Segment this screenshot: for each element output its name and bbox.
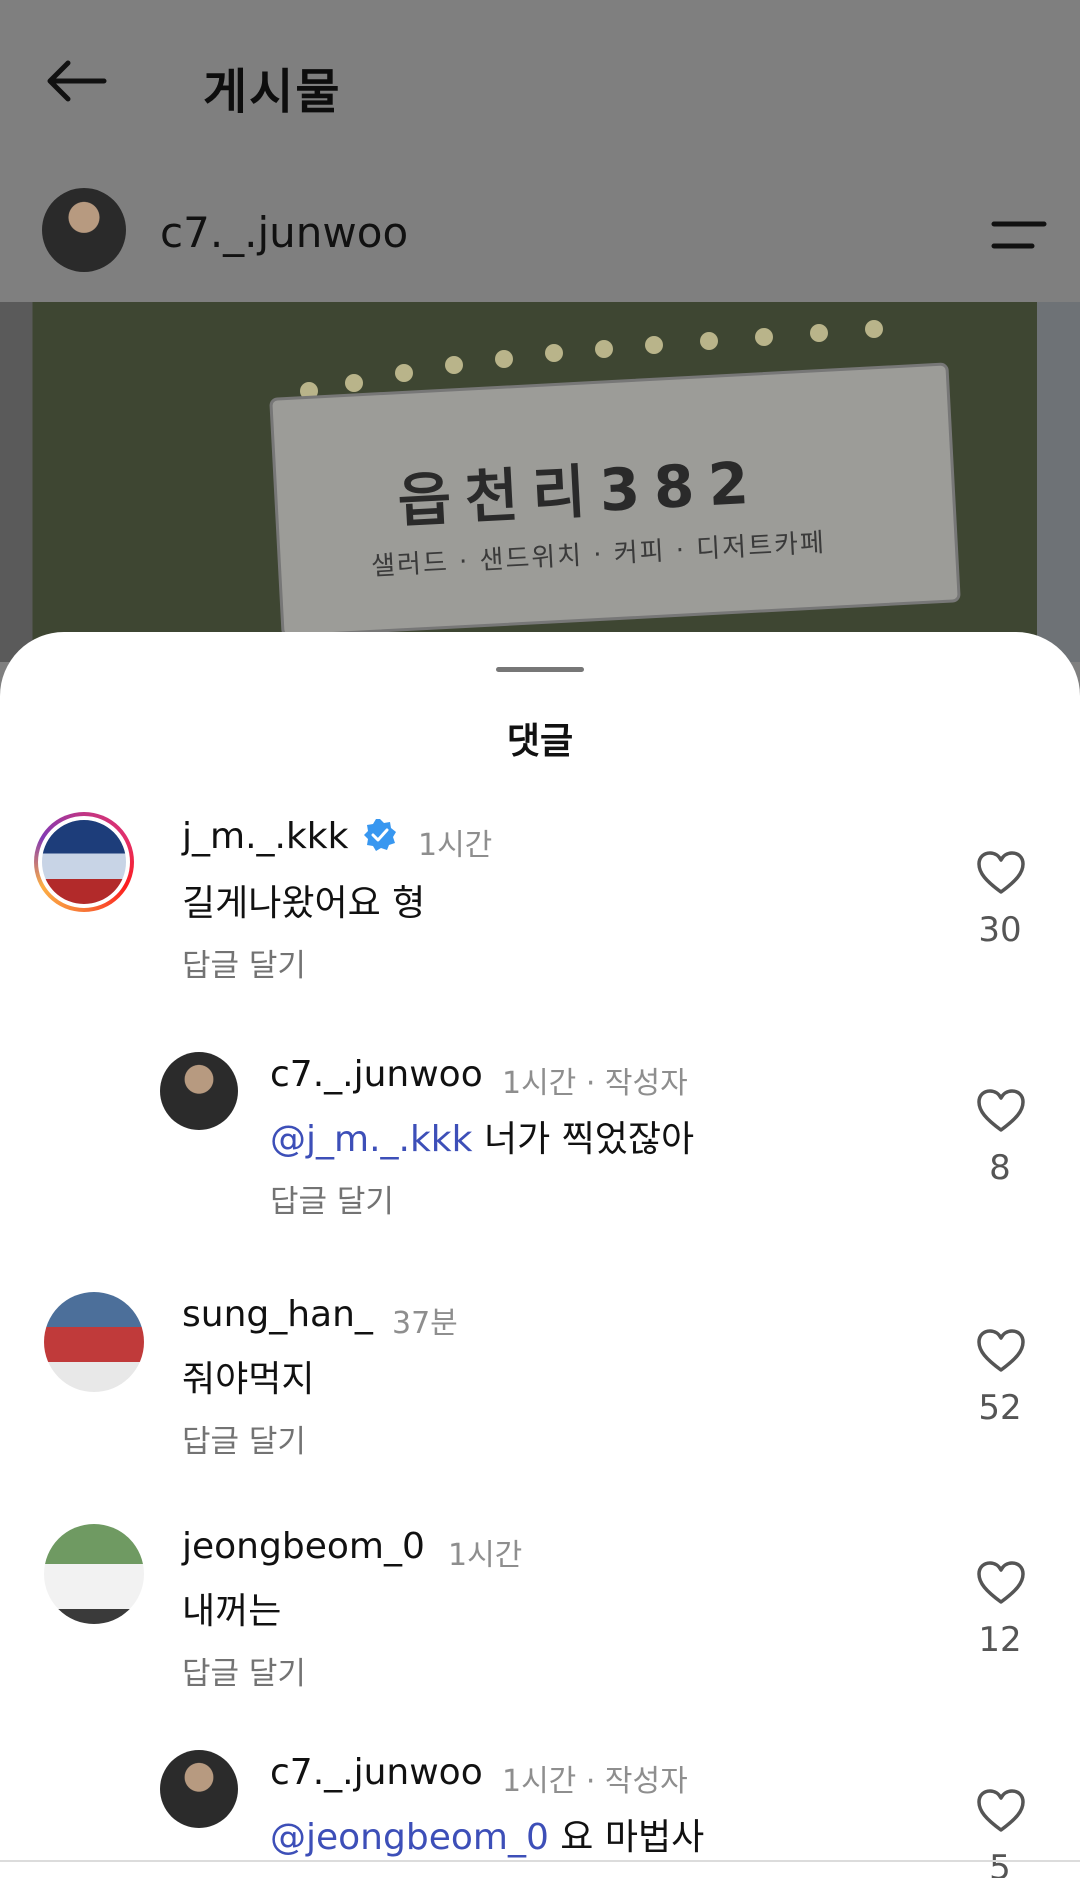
comment-username[interactable]: c7._.junwoo bbox=[270, 1752, 483, 1793]
light-bulb bbox=[495, 350, 513, 368]
avatar[interactable] bbox=[160, 1750, 238, 1828]
top-bar: 게시물 bbox=[0, 0, 1080, 160]
post-author-row: c7._.junwoo bbox=[0, 180, 1080, 290]
sheet-title: 댓글 bbox=[506, 721, 574, 762]
like-count: 30 bbox=[978, 910, 1022, 950]
comment-time: 1시간 bbox=[448, 1538, 523, 1573]
comment-time: 1시간 bbox=[418, 828, 493, 863]
comment-text: 줘야먹지 bbox=[182, 1359, 315, 1400]
author-avatar[interactable] bbox=[42, 188, 126, 272]
light-bulb bbox=[865, 320, 883, 338]
like-count: 5 bbox=[989, 1848, 1011, 1878]
light-bulb bbox=[595, 340, 613, 358]
menu-lines-icon bbox=[991, 221, 1047, 249]
heart-icon[interactable] bbox=[976, 1560, 1026, 1606]
reply-button[interactable]: 답글 달기 bbox=[182, 1648, 306, 1693]
light-bulb bbox=[810, 324, 828, 342]
verified-badge-icon bbox=[363, 819, 396, 851]
heart-icon[interactable] bbox=[976, 1788, 1026, 1834]
avatar[interactable] bbox=[44, 1292, 144, 1392]
reply-button[interactable]: 답글 달기 bbox=[182, 940, 306, 985]
light-bulb bbox=[755, 328, 773, 346]
options-button[interactable] bbox=[988, 210, 1048, 260]
mention-link[interactable]: @jeongbeom_0 bbox=[270, 1817, 549, 1858]
avatar[interactable] bbox=[160, 1052, 238, 1130]
comments-sheet: 댓글 j_m._.kkk 1시간 길게나왔어요 형 답글 달기 30 c7._.… bbox=[0, 632, 1080, 1878]
arrow-left-icon bbox=[47, 60, 107, 102]
avatar-story-ring[interactable] bbox=[34, 812, 134, 912]
comment-body: 너가 찍었잖아 bbox=[472, 1119, 695, 1160]
post-photo[interactable]: 읍천리382 샐러드 · 샌드위치 · 커피 · 디저트카페 bbox=[0, 302, 1080, 662]
comment-body: 요 마법사 bbox=[548, 1817, 705, 1858]
cafe-sign: 읍천리382 샐러드 · 샌드위치 · 커피 · 디저트카페 bbox=[269, 362, 961, 638]
comment-time: 1시간 · 작성자 bbox=[502, 1764, 688, 1799]
mention-link[interactable]: @j_m._.kkk bbox=[270, 1119, 473, 1160]
back-button[interactable] bbox=[40, 45, 112, 117]
light-bulb bbox=[545, 344, 563, 362]
comment-text: @jeongbeom_0 요 마법사 bbox=[270, 1808, 704, 1860]
comment-time: 1시간 · 작성자 bbox=[502, 1066, 688, 1101]
light-bulb bbox=[445, 356, 463, 374]
divider bbox=[0, 1860, 1080, 1862]
drag-handle[interactable] bbox=[496, 667, 584, 672]
heart-icon[interactable] bbox=[976, 850, 1026, 896]
reply-button[interactable]: 답글 달기 bbox=[182, 1416, 306, 1461]
comment-username[interactable]: jeongbeom_0 bbox=[182, 1526, 425, 1567]
sign-text: 읍천리382 bbox=[395, 448, 765, 536]
like-count: 8 bbox=[989, 1148, 1011, 1188]
avatar bbox=[38, 816, 130, 908]
username-text: j_m._.kkk bbox=[182, 816, 349, 857]
avatar[interactable] bbox=[44, 1524, 144, 1624]
light-bulb bbox=[395, 364, 413, 382]
comment-text: 길게나왔어요 형 bbox=[182, 883, 426, 924]
reply-button[interactable]: 답글 달기 bbox=[270, 1176, 394, 1221]
light-bulb bbox=[345, 374, 363, 392]
comment-username[interactable]: c7._.junwoo bbox=[270, 1054, 483, 1095]
comment-username[interactable]: j_m._.kkk bbox=[182, 816, 397, 857]
heart-icon[interactable] bbox=[976, 1088, 1026, 1134]
comment-text: 내꺼는 bbox=[182, 1591, 282, 1632]
like-count: 12 bbox=[978, 1620, 1022, 1660]
author-username[interactable]: c7._.junwoo bbox=[160, 208, 408, 257]
like-count: 52 bbox=[978, 1388, 1022, 1428]
comment-username[interactable]: sung_han_ bbox=[182, 1294, 373, 1335]
light-bulb bbox=[645, 336, 663, 354]
light-bulb bbox=[700, 332, 718, 350]
comment-text: @j_m._.kkk 너가 찍었잖아 bbox=[270, 1110, 694, 1162]
page-title: 게시물 bbox=[203, 64, 342, 120]
heart-icon[interactable] bbox=[976, 1328, 1026, 1374]
comment-time: 37분 bbox=[392, 1306, 458, 1341]
